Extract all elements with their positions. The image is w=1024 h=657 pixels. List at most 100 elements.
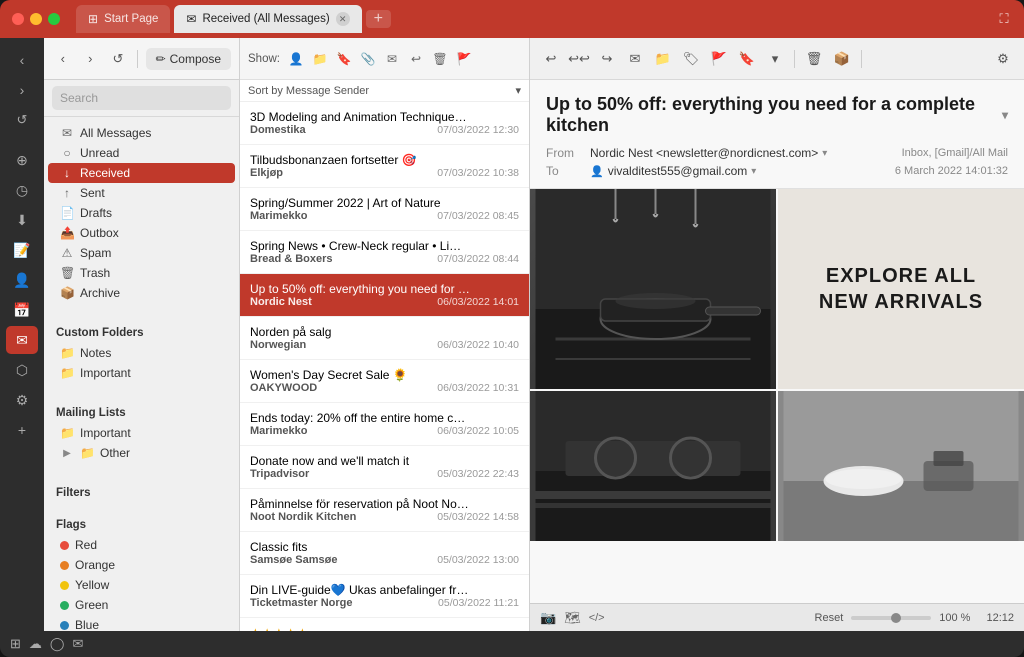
- settings-button[interactable]: ⚙: [992, 48, 1014, 70]
- email-item-2[interactable]: Spring/Summer 2022 | Art of Nature Marim…: [240, 188, 529, 231]
- filter-btn-reply[interactable]: ↩: [406, 49, 426, 69]
- filter-btn-5[interactable]: ✉: [382, 49, 402, 69]
- status-icon-3: ◯: [50, 636, 65, 652]
- ml-other-folder-icon: 📁: [80, 446, 94, 460]
- email-subject-10: Classic fits: [250, 540, 307, 554]
- refresh-button[interactable]: ↺: [107, 47, 129, 71]
- ml-important-icon: 📁: [60, 426, 74, 440]
- nav-notes[interactable]: 📁 Notes: [48, 343, 235, 363]
- nav-important[interactable]: 📁 Important: [48, 363, 235, 383]
- nav-outbox[interactable]: 📤 Outbox: [48, 223, 235, 243]
- nav-flag-orange[interactable]: Orange: [48, 555, 235, 575]
- new-tab-button[interactable]: +: [366, 10, 391, 28]
- email-item-0[interactable]: 3D Modeling and Animation Techniques wit…: [240, 102, 529, 145]
- email-date-9: 05/03/2022 14:58: [437, 511, 519, 523]
- zoom-slider[interactable]: [851, 616, 931, 620]
- email-item-8[interactable]: Donate now and we'll match it Tripadviso…: [240, 446, 529, 489]
- icon-notes[interactable]: 📝: [6, 236, 38, 264]
- email-item-6[interactable]: Women's Day Secret Sale 🌻 OAKYWOOD 06/03…: [240, 360, 529, 403]
- nav-flag-red[interactable]: Red: [48, 535, 235, 555]
- email-item-4[interactable]: Up to 50% off: everything you need for a…: [240, 274, 529, 317]
- nav-drafts[interactable]: 📄 Drafts: [48, 203, 235, 223]
- icon-mail[interactable]: ✉: [6, 326, 38, 354]
- back-button[interactable]: ‹: [52, 47, 74, 71]
- icon-bookmark[interactable]: ⊕: [6, 146, 38, 174]
- email-item-3[interactable]: Spring News • Crew-Neck regular • Limite…: [240, 231, 529, 274]
- maximize-button[interactable]: [48, 13, 60, 25]
- tab-received[interactable]: ✉ Received (All Messages) ✕: [174, 5, 361, 33]
- forward-button[interactable]: ↪: [596, 48, 618, 70]
- archive-email-button[interactable]: 📦: [831, 48, 853, 70]
- icon-forward[interactable]: ›: [6, 76, 38, 104]
- filter-btn-delete[interactable]: 🗑: [430, 49, 450, 69]
- nav-unread[interactable]: ○ Unread: [48, 143, 235, 163]
- email-date-value: 6 March 2022 14:01:32: [895, 165, 1008, 177]
- icon-add[interactable]: +: [6, 416, 38, 444]
- delete-button[interactable]: 🗑: [803, 48, 825, 70]
- email-sender-0: Domestika: [250, 124, 306, 136]
- filter-btn-flag[interactable]: 🚩: [454, 49, 474, 69]
- reply-button[interactable]: ↩: [540, 48, 562, 70]
- email-sender-3: Bread & Boxers: [250, 253, 333, 265]
- to-dropdown-icon[interactable]: ▾: [751, 166, 756, 177]
- icon-history[interactable]: ◷: [6, 176, 38, 204]
- sort-dropdown-icon[interactable]: ▾: [515, 84, 521, 97]
- search-input[interactable]: [52, 86, 231, 110]
- email-item-10[interactable]: Classic fits Samsøe Samsøe 05/03/2022 13…: [240, 532, 529, 575]
- nav-sent[interactable]: ↑ Sent: [48, 183, 235, 203]
- email-item-1[interactable]: Tilbudsbonanzaen fortsetter 🎯 Elkjøp 07/…: [240, 145, 529, 188]
- filter-btn-2[interactable]: 📁: [310, 49, 330, 69]
- icon-back[interactable]: ‹: [6, 46, 38, 74]
- nav-flag-green[interactable]: Green: [48, 595, 235, 615]
- nav-trash[interactable]: 🗑 Trash: [48, 263, 235, 283]
- email-item-5[interactable]: Norden på salg Norwegian 06/03/2022 10:4…: [240, 317, 529, 360]
- tab-startpage[interactable]: ⊞ Start Page: [76, 5, 170, 33]
- email-subject-11: Din LIVE-guide💙 Ukas anbefalinger fra Ti…: [250, 583, 470, 597]
- zoom-thumb[interactable]: [891, 613, 901, 623]
- forward-button[interactable]: ›: [80, 47, 102, 71]
- fullscreen-button[interactable]: ⛶: [996, 11, 1012, 27]
- nav-received[interactable]: ↓ Received: [48, 163, 235, 183]
- minimize-button[interactable]: [30, 13, 42, 25]
- nav-ml-important[interactable]: 📁 Important: [48, 423, 235, 443]
- filter-btn-1[interactable]: 👤: [286, 49, 306, 69]
- icon-settings[interactable]: ⚙: [6, 386, 38, 414]
- email-item-12[interactable]: ★★★★★ Helthjm 05/03/2022 11:04: [240, 618, 529, 631]
- unread-icon: ○: [60, 146, 74, 160]
- nav-flag-blue[interactable]: Blue: [48, 615, 235, 631]
- nav-ml-other[interactable]: ▶ 📁 Other: [48, 443, 235, 463]
- kitchen-bowl-image: [778, 391, 1024, 541]
- email-sender-1: Elkjøp: [250, 167, 283, 179]
- icon-calendar[interactable]: 📅: [6, 296, 38, 324]
- email-title-dropdown-icon[interactable]: ▾: [1002, 108, 1008, 122]
- folders-button[interactable]: 📁: [652, 48, 674, 70]
- nav-spam[interactable]: ⚠ Spam: [48, 243, 235, 263]
- all-messages-label: All Messages: [80, 126, 151, 140]
- icon-downloads[interactable]: ⬇: [6, 206, 38, 234]
- new-mail-button[interactable]: ✉: [624, 48, 646, 70]
- filter-btn-4[interactable]: 📎: [358, 49, 378, 69]
- icon-refresh[interactable]: ↺: [6, 106, 38, 134]
- nav-flag-yellow[interactable]: Yellow: [48, 575, 235, 595]
- email-date-10: 05/03/2022 13:00: [437, 554, 519, 566]
- email-subject-5: Norden på salg: [250, 325, 331, 339]
- explore-text: EXPLORE ALLNEW ARRIVALS: [819, 263, 983, 315]
- filter-btn-3[interactable]: 🔖: [334, 49, 354, 69]
- close-button[interactable]: [12, 13, 24, 25]
- flag-button[interactable]: 🚩: [708, 48, 730, 70]
- label-button[interactable]: 🏷: [680, 48, 702, 70]
- tag-button[interactable]: 🔖: [736, 48, 758, 70]
- icon-rss[interactable]: ⬡: [6, 356, 38, 384]
- compose-button[interactable]: ✏ Compose: [146, 48, 231, 70]
- status-icon-1: ⊞: [10, 636, 21, 652]
- icon-contacts[interactable]: 👤: [6, 266, 38, 294]
- reply-all-button[interactable]: ↩↩: [568, 48, 590, 70]
- from-dropdown-icon[interactable]: ▾: [822, 148, 827, 159]
- nav-all-messages[interactable]: ✉ All Messages: [48, 123, 235, 143]
- email-item-7[interactable]: Ends today: 20% off the entire home coll…: [240, 403, 529, 446]
- email-item-9[interactable]: Påminnelse för reservation på Noot Nordi…: [240, 489, 529, 532]
- nav-archive[interactable]: 📦 Archive: [48, 283, 235, 303]
- email-item-11[interactable]: Din LIVE-guide💙 Ukas anbefalinger fra Ti…: [240, 575, 529, 618]
- tab-close-icon[interactable]: ✕: [336, 12, 350, 26]
- more-button[interactable]: ▾: [764, 48, 786, 70]
